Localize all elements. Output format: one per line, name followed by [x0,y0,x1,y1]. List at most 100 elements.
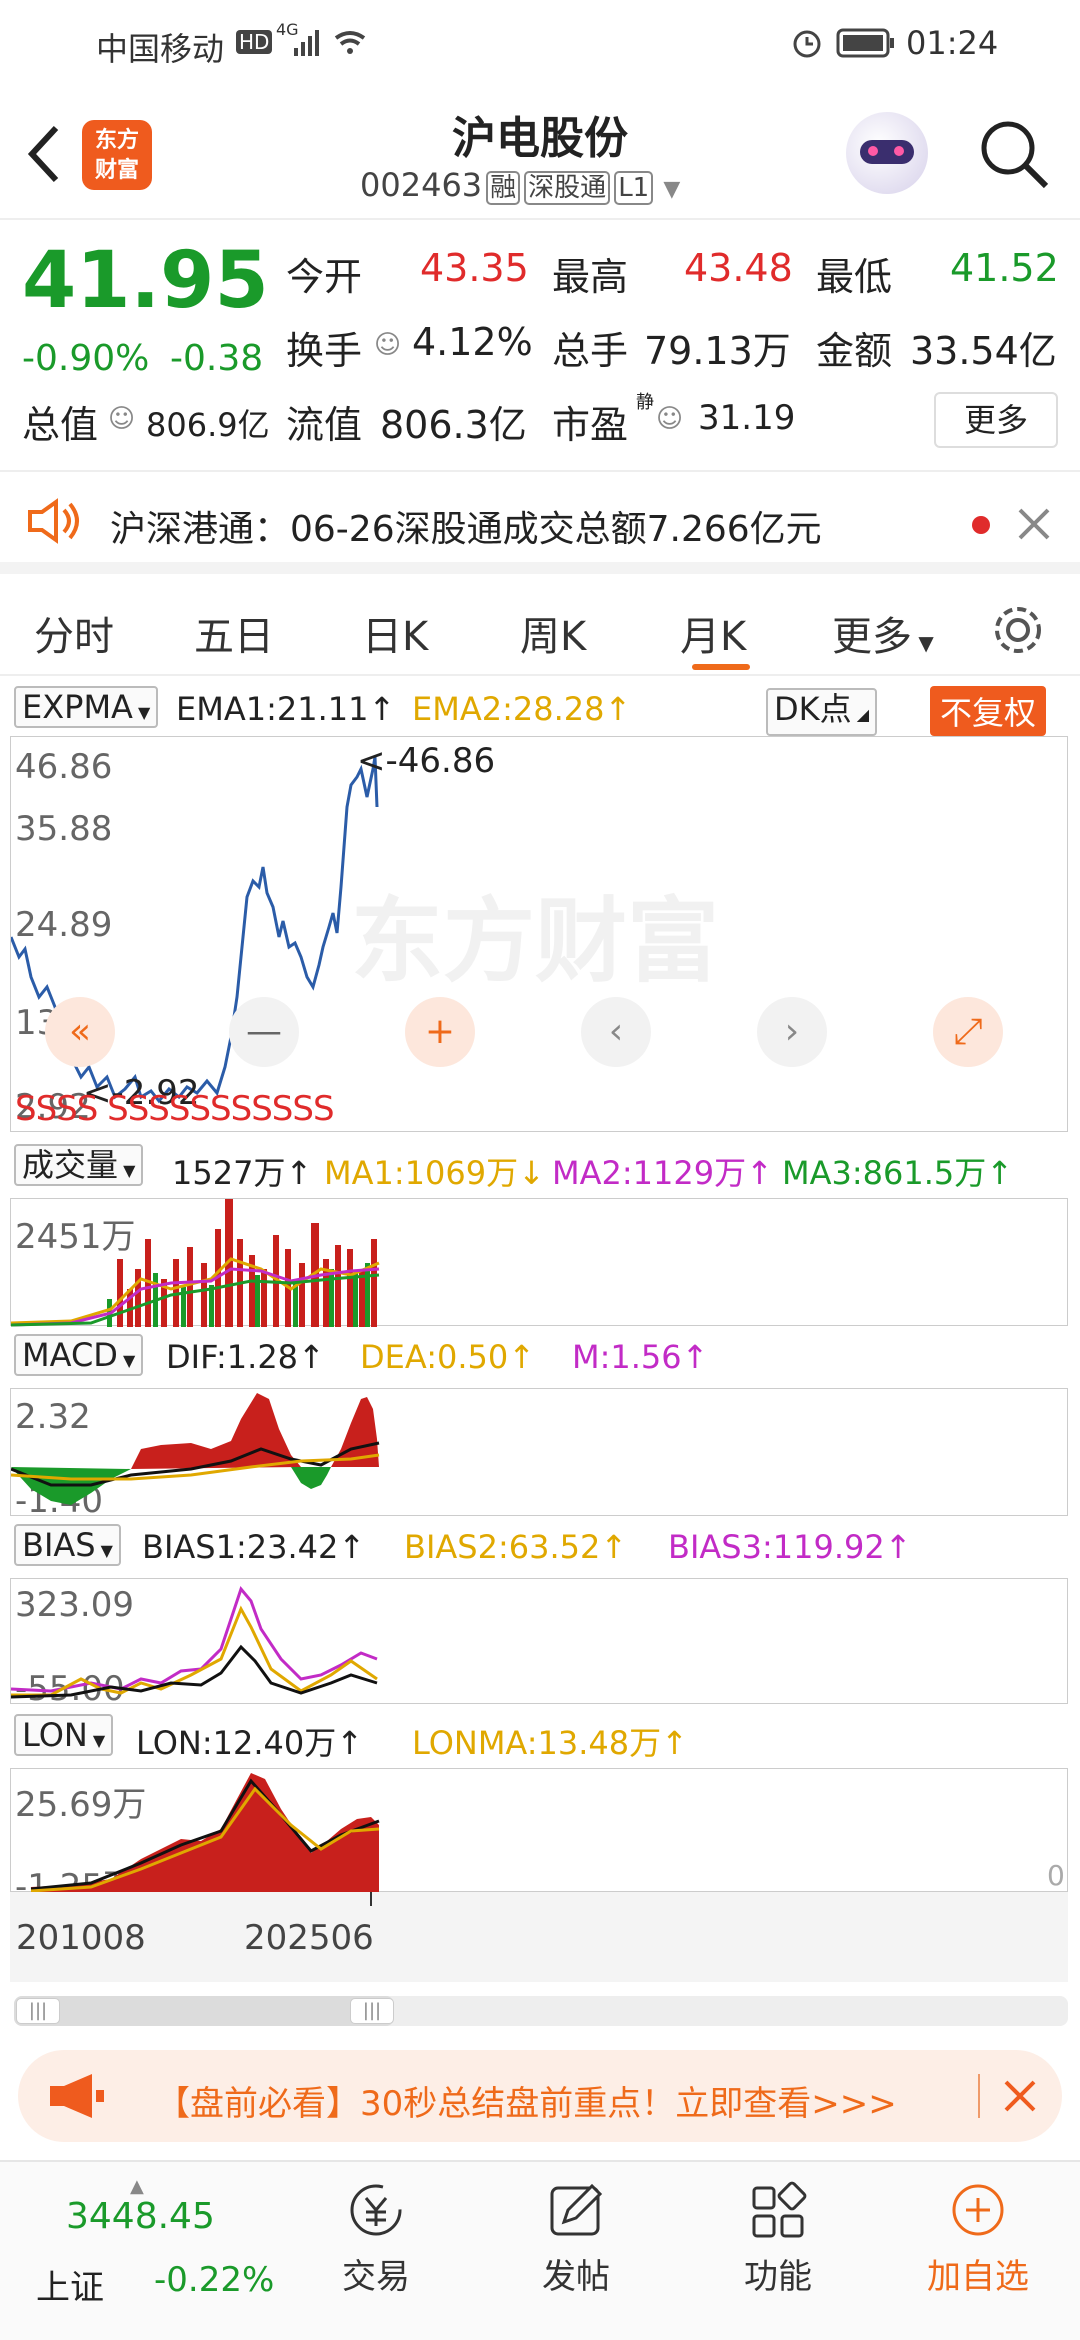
lon-panel[interactable]: 25.69万 -1.25万 0 [10,1768,1068,1907]
turnover-value: 4.12% [412,320,533,364]
adjust-toggle[interactable]: 不复权 [930,686,1047,736]
x-end-label: 202506 [244,1918,374,1958]
float-label: 流值 [286,403,363,447]
macd-dea: DEA:0.50↑ [360,1338,536,1376]
hd-badge: HD [236,30,273,54]
tag-margin: 融 [486,171,521,205]
amount-value: 33.54亿 [910,329,1057,373]
expand-icon[interactable]: ⤢ [933,997,1003,1067]
index-name[interactable]: 上证 [36,2260,104,2309]
robot-assistant-icon[interactable] [846,112,928,194]
index-change[interactable]: -0.22% [154,2260,274,2300]
volume-value: 1527万↑ [172,1154,313,1192]
tab-weekly-k[interactable]: 周K [520,604,586,662]
nav-trade-label: 交易 [342,2257,410,2297]
chevron-right-icon[interactable]: › [757,997,827,1067]
volume-label: 总手 [552,329,629,373]
nav-functions-label: 功能 [744,2257,812,2297]
promo-text: 【盘前必看】30秒总结盘前重点！立即查看>>> [156,2084,897,2124]
change-amount: -0.38 [170,338,264,379]
megaphone-icon [50,2074,104,2118]
tab-more[interactable]: 更多 ▼ [832,604,934,662]
info-icon[interactable]: ☺ [374,330,401,360]
pe-static-mark: 静 [636,392,654,413]
close-icon[interactable] [1016,506,1052,542]
turnover-label: 换手 [286,329,363,373]
info-icon[interactable]: ☺ [108,404,135,434]
main-indicator-dropdown[interactable]: EXPMA ▼ [14,686,159,728]
yen-cycle-icon [350,2184,402,2236]
lon-indicator-row: LON ▼ [14,1714,114,1760]
clock: 01:24 [906,24,999,62]
edit-icon [550,2183,603,2236]
more-button[interactable]: 更多 [934,392,1058,448]
search-icon[interactable] [976,116,1052,192]
main-indicator-row: EXPMA ▼ [14,686,159,732]
tag-connect: 深股通 [524,171,611,205]
speaker-icon [28,498,79,544]
high-label: 最高 [552,255,629,299]
nav-functions[interactable]: 功能 [726,2180,830,2298]
battery-icon [836,28,894,58]
x-start-label: 201008 [16,1918,146,1958]
signal-marks: SSSS SSSSSSSSSSS [15,1089,335,1129]
lon-indicator-dropdown[interactable]: LON ▼ [14,1714,114,1756]
carrier-label: 中国移动 [96,30,225,68]
chevron-down-icon[interactable]: ▼ [663,177,680,202]
info-icon[interactable]: ☺ [656,404,683,434]
index-value[interactable]: 3448.45 [66,2196,215,2237]
add-circle-icon [952,2184,1004,2236]
slider-handle-left[interactable]: ||| [16,1998,60,2024]
bias2-label: BIAS2:63.52↑ [404,1528,628,1566]
volume-indicator-row: 成交量 ▼ [14,1144,144,1190]
notice-bar[interactable]: 沪深港通：06-26深股通成交总额7.266亿元 [0,470,1080,574]
nav-post[interactable]: 发帖 [524,2180,628,2298]
tab-intraday[interactable]: 分时 [34,604,114,662]
bias-panel[interactable]: 323.09 -55.00 [10,1578,1068,1709]
kline-panel[interactable]: 东方财富 46.86 35.88 24.89 13.91 2.92 <-46.8… [10,736,1068,1132]
range-slider[interactable]: ||| ||| [14,1996,1068,2026]
ema2-label: EMA2:28.28↑ [412,690,632,728]
volume-indicator-dropdown[interactable]: 成交量 ▼ [14,1144,144,1186]
open-value: 43.35 [420,246,529,290]
ema1-label: EMA1:21.11↑ [176,690,396,728]
macd-indicator-dropdown[interactable]: MACD ▼ [14,1334,144,1376]
zoom-out-icon[interactable]: — [229,997,299,1067]
change-pct: -0.90% [22,338,150,379]
stock-code: 002463 [360,166,483,204]
bias-indicator-dropdown[interactable]: BIAS ▼ [14,1524,121,1566]
low-value: 41.52 [950,246,1059,290]
signal-wifi-icon [294,30,366,56]
nav-trade[interactable]: 交易 [324,2180,428,2298]
low-label: 最低 [816,255,893,299]
pe-label: 市盈 [552,403,629,447]
macd-m: M:1.56↑ [572,1338,709,1376]
active-tab-indicator [692,664,750,670]
volume-value: 79.13万 [644,329,791,373]
gear-icon[interactable] [990,602,1046,658]
stock-header: 东方 财富 沪电股份 002463 融深股通 L1 ▼ [0,86,1080,220]
open-label: 今开 [286,255,363,299]
macd-dif: DIF:1.28↑ [166,1338,325,1376]
macd-histogram [11,1393,380,1505]
alarm-icon [793,30,821,58]
range-selection [14,1996,394,2026]
close-icon[interactable] [1002,2078,1038,2114]
tab-daily-k[interactable]: 日K [362,604,428,662]
lon-value: LON:12.40万↑ [136,1724,364,1762]
apps-grid-icon [752,2181,807,2238]
zoom-in-icon[interactable]: + [405,997,475,1067]
slider-handle-right[interactable]: ||| [350,1998,394,2024]
chevron-up-icon[interactable]: ▲ [130,2176,144,2197]
nav-add-watchlist[interactable]: 加自选 [916,2180,1040,2298]
promo-banner[interactable]: 【盘前必看】30秒总结盘前重点！立即查看>>> [18,2050,1062,2142]
rewind-icon[interactable]: « [45,997,115,1067]
tab-monthly-k[interactable]: 月K [680,604,746,662]
tab-five-day[interactable]: 五日 [194,604,274,662]
macd-panel[interactable]: 2.32 -1.40 [10,1388,1068,1521]
chevron-left-icon[interactable]: ‹ [581,997,651,1067]
status-bar: 中国移动 HD 4G 01:24 [0,0,1080,86]
dk-point-dropdown[interactable]: DK点 ◢ [766,688,878,736]
bias3-label: BIAS3:119.92↑ [668,1528,912,1566]
volume-panel[interactable]: 2451万 [10,1198,1068,1327]
